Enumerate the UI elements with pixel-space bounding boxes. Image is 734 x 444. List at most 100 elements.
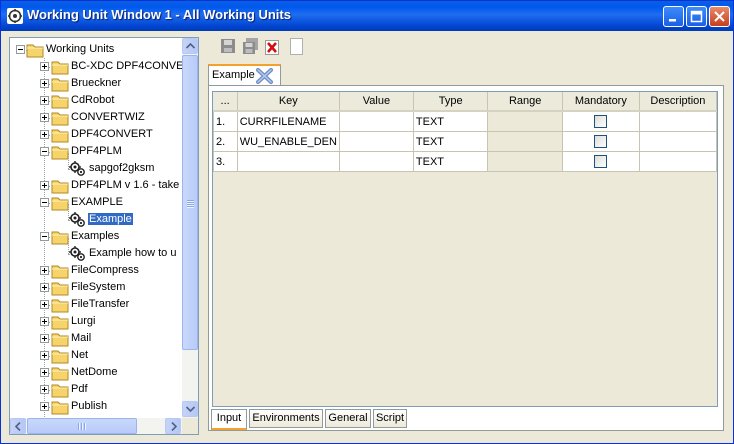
tab-script[interactable]: Script: [373, 409, 407, 428]
expand-icon[interactable]: [40, 113, 49, 122]
tree-item-folder[interactable]: Lurgi: [10, 314, 182, 330]
expand-icon[interactable]: [40, 351, 49, 360]
minimize-icon: [669, 19, 676, 22]
type-cell[interactable]: TEXT: [412, 131, 489, 152]
tree-item-folder[interactable]: Mail: [10, 331, 182, 347]
description-cell[interactable]: [638, 131, 718, 152]
column-header[interactable]: ...: [213, 92, 238, 112]
tab-input[interactable]: Input: [211, 409, 247, 430]
scroll-down-button[interactable]: [182, 401, 198, 417]
folder-icon: [51, 399, 69, 415]
value-cell[interactable]: [338, 110, 414, 132]
value-cell[interactable]: [338, 131, 414, 152]
folder-icon: [51, 127, 69, 143]
folder-icon: [51, 314, 69, 330]
type-cell[interactable]: TEXT: [412, 110, 489, 132]
title-bar[interactable]: Working Unit Window 1 - All Working Unit…: [1, 1, 733, 31]
close-tab-icon[interactable]: [256, 68, 274, 85]
type-cell[interactable]: TEXT: [412, 151, 489, 172]
expand-icon[interactable]: [40, 62, 49, 71]
expand-icon[interactable]: [40, 283, 49, 292]
tab-example[interactable]: Example: [208, 64, 281, 85]
working-units-tree[interactable]: Working Units BC-XDC DPF4CONVERT Brueckner…: [10, 38, 182, 418]
tree-item-folder[interactable]: DPF4CONVERT: [10, 127, 182, 143]
mandatory-checkbox[interactable]: [594, 115, 608, 128]
folder-icon: [51, 110, 69, 126]
key-cell[interactable]: CURRFILENAME: [236, 110, 340, 132]
tree-item-folder[interactable]: DPF4PLM: [10, 144, 182, 160]
table-row[interactable]: 2. WU_ENABLE_DEN TEXT: [213, 131, 718, 152]
description-cell[interactable]: [638, 110, 718, 132]
tree-vertical-scrollbar[interactable]: [182, 38, 198, 418]
expand-icon[interactable]: [40, 181, 49, 190]
tree-item-folder[interactable]: DPF4PLM v 1.6 - take: [10, 178, 182, 194]
new-document-button[interactable]: [290, 38, 308, 56]
scroll-up-button[interactable]: [182, 38, 198, 54]
collapse-icon[interactable]: [40, 232, 49, 241]
maximize-button[interactable]: [686, 6, 707, 27]
tree-horizontal-scroll-thumb[interactable]: [27, 418, 137, 434]
column-header[interactable]: Type: [413, 92, 489, 112]
tree-item-folder[interactable]: Net: [10, 348, 182, 364]
window-title: Working Unit Window 1 - All Working Unit…: [27, 7, 291, 22]
expand-icon[interactable]: [40, 368, 49, 377]
expand-icon[interactable]: [40, 317, 49, 326]
tree-item-folder[interactable]: CdRobot: [10, 93, 182, 109]
expand-icon[interactable]: [40, 79, 49, 88]
tree-item-folder[interactable]: Examples: [10, 229, 182, 245]
tree-item-folder[interactable]: FileTransfer: [10, 297, 182, 313]
mandatory-checkbox[interactable]: [594, 135, 608, 148]
tree-item-folder[interactable]: BC-XDC DPF4CONVERT: [10, 59, 182, 75]
collapse-icon[interactable]: [40, 147, 49, 156]
table-row[interactable]: 3. TEXT: [213, 151, 718, 172]
tree-item-folder[interactable]: Working Units: [10, 42, 182, 58]
scroll-left-button[interactable]: [10, 418, 26, 434]
key-cell[interactable]: [236, 151, 340, 172]
tree-item-unit[interactable]: Example: [10, 212, 182, 228]
tree-item-folder[interactable]: Publish: [10, 399, 182, 415]
tree-horizontal-scrollbar[interactable]: [10, 418, 182, 434]
key-cell[interactable]: WU_ENABLE_DEN: [236, 131, 340, 152]
tree-item-folder[interactable]: CONVERTWIZ: [10, 110, 182, 126]
close-button[interactable]: [709, 6, 730, 27]
expand-icon[interactable]: [40, 402, 49, 411]
tab-environments[interactable]: Environments: [249, 409, 323, 428]
expand-icon[interactable]: [40, 334, 49, 343]
column-header[interactable]: Value: [339, 92, 414, 112]
tree-item-folder[interactable]: FileSystem: [10, 280, 182, 296]
folder-icon: [51, 59, 69, 75]
minimize-button[interactable]: [663, 6, 684, 27]
tree-item-folder[interactable]: NetDome: [10, 365, 182, 381]
expand-icon[interactable]: [40, 130, 49, 139]
tab-general[interactable]: General: [325, 409, 371, 428]
tree-item-folder[interactable]: EXAMPLE: [10, 195, 182, 211]
column-header[interactable]: Mandatory: [562, 92, 640, 112]
tree-item-folder[interactable]: Pdf: [10, 382, 182, 398]
column-header[interactable]: Key: [237, 92, 340, 112]
expand-icon[interactable]: [40, 385, 49, 394]
folder-icon: [51, 297, 69, 313]
description-cell[interactable]: [638, 151, 718, 172]
column-header[interactable]: Description: [639, 92, 718, 112]
mandatory-cell: [561, 110, 640, 132]
tree-item-unit[interactable]: Example how to u: [10, 246, 182, 262]
table-row[interactable]: 1. CURRFILENAME TEXT: [213, 110, 718, 132]
expand-icon[interactable]: [40, 300, 49, 309]
value-cell[interactable]: [338, 151, 414, 172]
save-all-button[interactable]: [242, 38, 260, 56]
tree-item-label: BC-XDC DPF4CONVERT: [71, 60, 182, 72]
expand-icon[interactable]: [40, 96, 49, 105]
tree-item-folder[interactable]: FileCompress: [10, 263, 182, 279]
tree-item-unit[interactable]: sapgof2gksm: [10, 161, 182, 177]
tree-item-folder[interactable]: Brueckner: [10, 76, 182, 92]
expand-icon[interactable]: [40, 266, 49, 275]
save-button[interactable]: [220, 38, 238, 56]
delete-button[interactable]: [265, 40, 283, 58]
pane-splitter[interactable]: [200, 37, 205, 435]
collapse-icon[interactable]: [40, 198, 49, 207]
tree-vertical-scroll-thumb[interactable]: [182, 55, 198, 350]
scroll-right-button[interactable]: [165, 418, 181, 434]
column-header[interactable]: Range: [487, 92, 563, 112]
working-unit-window: Working Unit Window 1 - All Working Unit…: [0, 0, 734, 444]
mandatory-checkbox[interactable]: [594, 155, 608, 168]
